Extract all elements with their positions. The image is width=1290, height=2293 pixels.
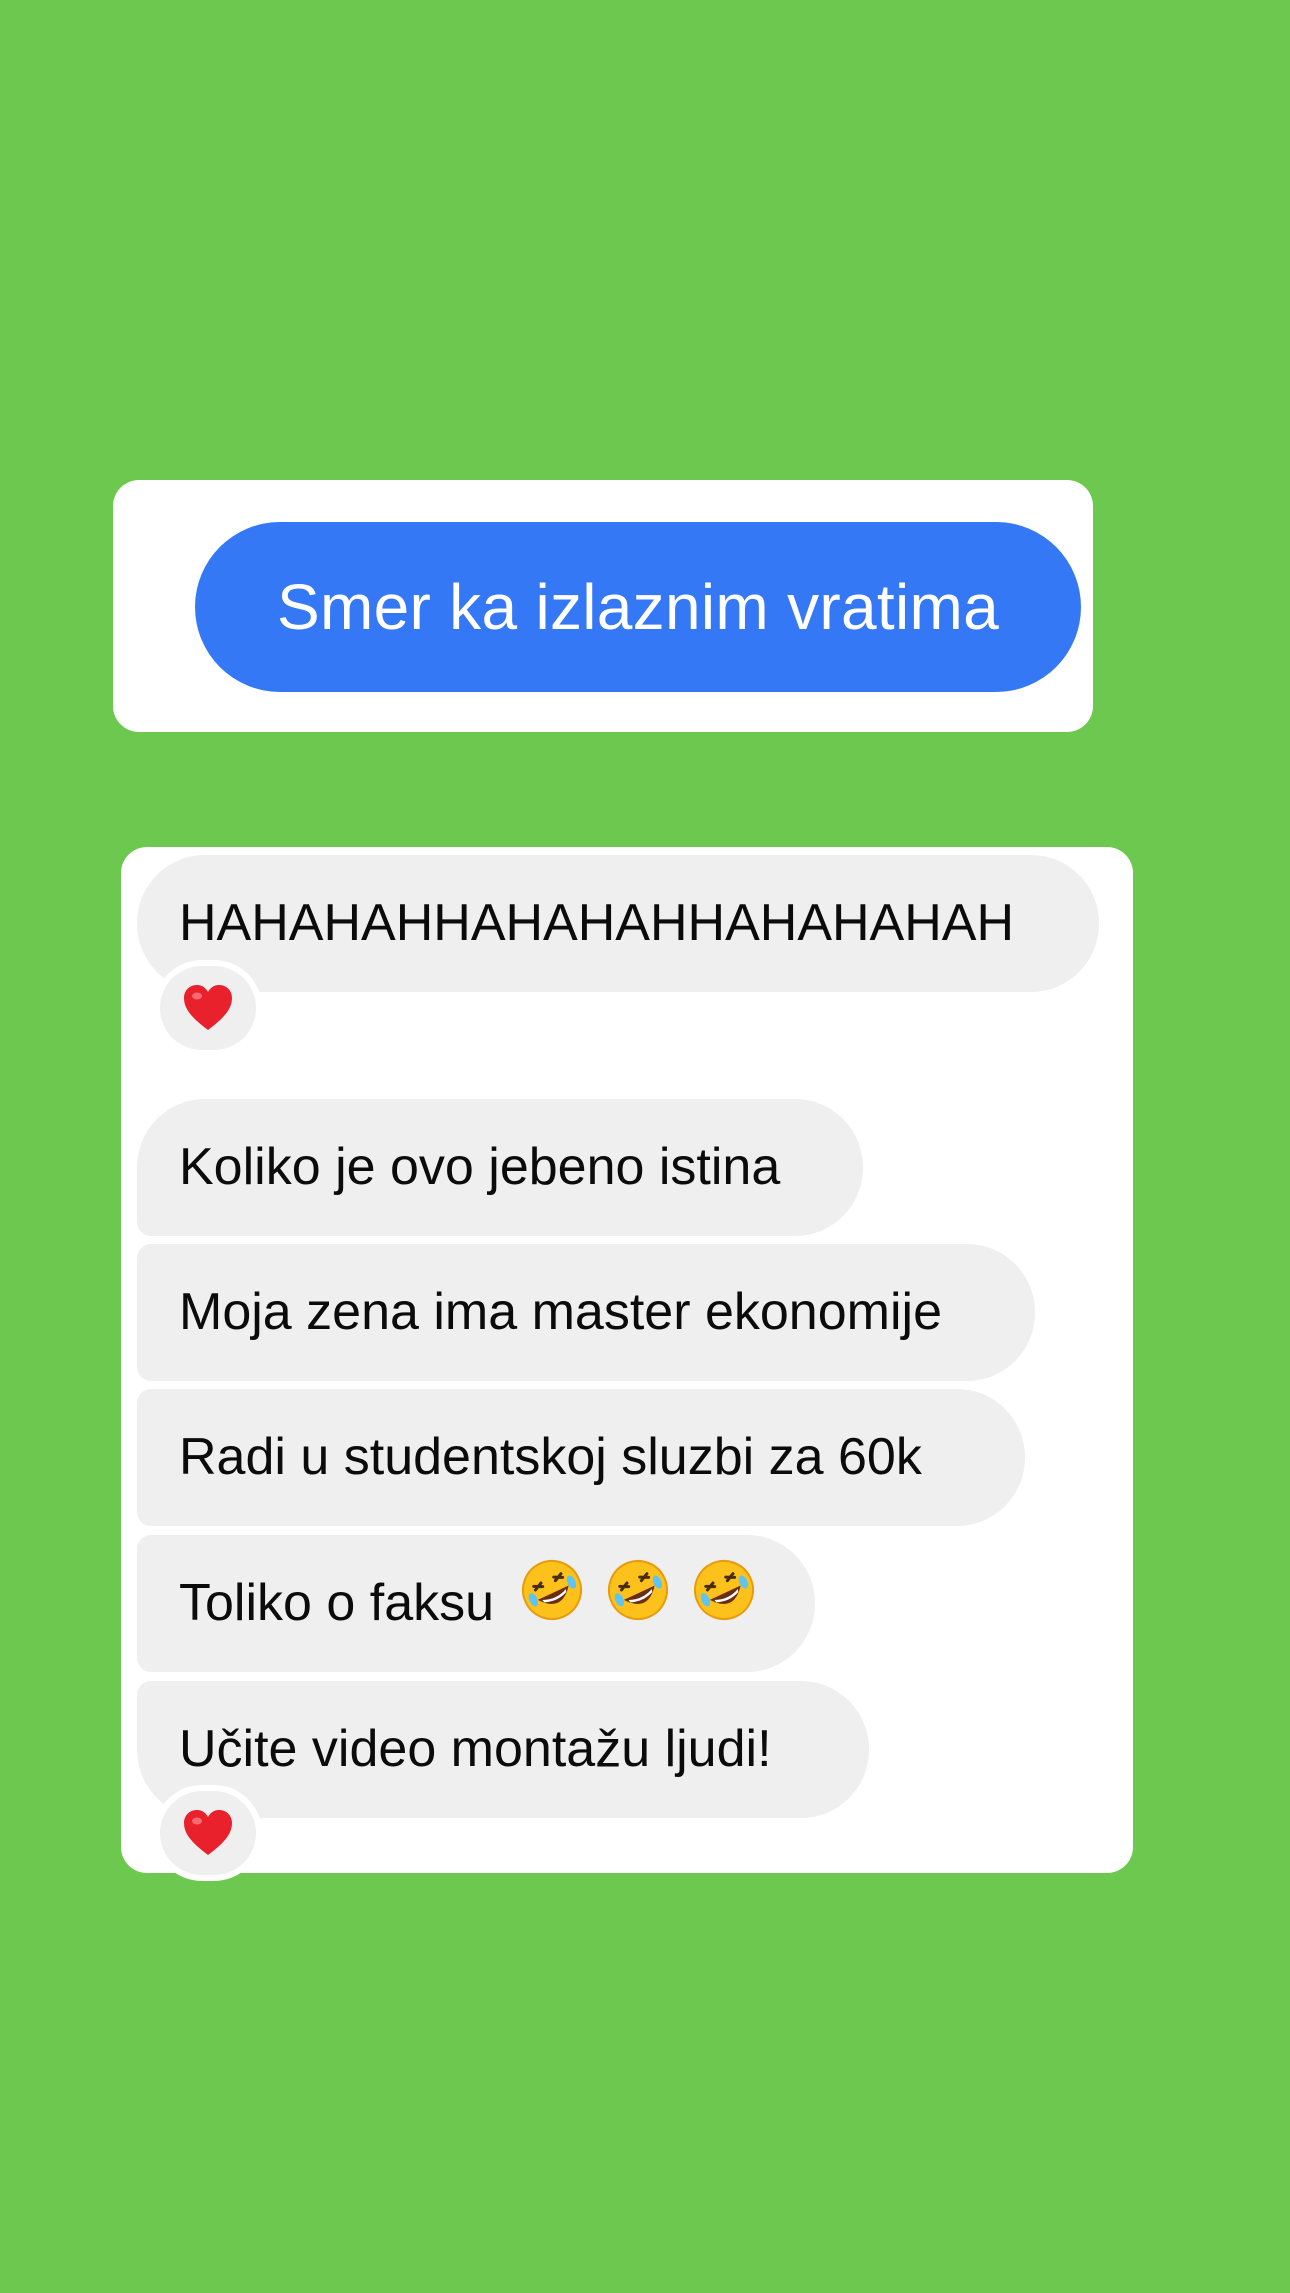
heart-icon [184, 985, 232, 1030]
message-text: Koliko je ovo jebeno istina [179, 1138, 781, 1196]
reaction-badge[interactable] [154, 960, 262, 1056]
sent-message-card: Smer ka izlaznim vratima [113, 480, 1093, 732]
received-messages-card: HAHAHAHHAHAHAHHAHAHAHAH Koliko je ovo je… [121, 847, 1133, 1881]
message-text: Učite video montažu ljudi! [179, 1720, 772, 1778]
message-text: Toliko o faksu [179, 1574, 495, 1632]
message-bubble[interactable]: Radi u studentskoj sluzbi za 60k [137, 1389, 1025, 1526]
sent-message-bubble[interactable]: Smer ka izlaznim vratima [195, 522, 1081, 692]
message-bubble[interactable]: Moja zena ima master ekonomije [137, 1244, 1035, 1381]
message-bubble[interactable]: Toliko o faksu [137, 1535, 815, 1672]
rolling-on-floor-laughing-icon [605, 1538, 671, 1675]
message-text: Radi u studentskoj sluzbi za 60k [179, 1428, 922, 1486]
message-text: HAHAHAHHAHAHAHHAHAHAHAH [179, 894, 1015, 952]
rolling-on-floor-laughing-icon [519, 1538, 585, 1675]
message-text: Moja zena ima master ekonomije [179, 1283, 942, 1341]
sent-message-text: Smer ka izlaznim vratima [276, 571, 999, 643]
heart-icon [184, 1810, 232, 1855]
message-bubble[interactable]: Koliko je ovo jebeno istina [137, 1099, 863, 1236]
rolling-on-floor-laughing-icon [691, 1538, 757, 1675]
reaction-badge[interactable] [154, 1785, 262, 1881]
message-bubble[interactable]: HAHAHAHHAHAHAHHAHAHAHAH [137, 855, 1099, 992]
